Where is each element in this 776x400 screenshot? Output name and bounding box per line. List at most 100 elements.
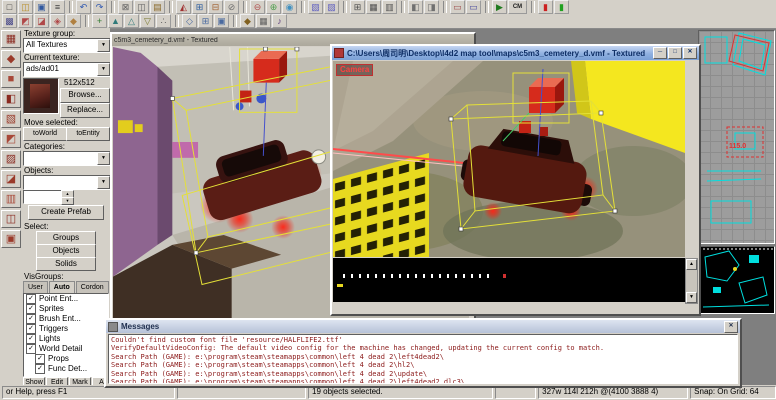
timeline-scrollbar[interactable]: ▲ ▼	[685, 258, 698, 304]
visgroup-checkbox[interactable]: ✓	[26, 304, 36, 314]
prefab-angle-input[interactable]	[23, 190, 63, 204]
apply-texture-tool-icon[interactable]: ▨	[1, 150, 21, 168]
select-groups-button[interactable]: Groups	[36, 231, 96, 245]
cordon-edit-icon[interactable]: ▭	[450, 0, 465, 14]
sound-browser-icon[interactable]: ♪	[272, 14, 287, 28]
visgroup-row[interactable]: ✓Triggers	[24, 324, 108, 334]
visgroup-checkbox[interactable]: ✓	[26, 294, 36, 304]
scroll-down-icon[interactable]: ▼	[686, 292, 697, 303]
floating-3d-viewport[interactable]: Camera	[333, 61, 685, 257]
select-touching-icon[interactable]: ▧	[308, 0, 323, 14]
redo-icon[interactable]: ↷	[92, 0, 107, 14]
visgroup-tab-cordon[interactable]: Cordon	[76, 281, 109, 293]
texture-application-tool-icon[interactable]: ◩	[1, 130, 21, 148]
close-button[interactable]: ✕	[724, 321, 738, 333]
selection-mode-icon[interactable]: ▩	[2, 14, 17, 28]
visgroup-row[interactable]: ✓Sprites	[24, 304, 108, 314]
visgroup-checkbox[interactable]: ✓	[26, 344, 36, 354]
visgroup-checkbox[interactable]: ✓	[26, 324, 36, 334]
visgroup-checkbox[interactable]: ✓	[35, 354, 45, 364]
to-entity-button[interactable]: toEntity	[66, 127, 110, 141]
categories-dropdown[interactable]: ▼	[23, 151, 111, 166]
load-window-state-icon[interactable]: ◧	[408, 0, 423, 14]
model-fade-icon[interactable]: △	[124, 14, 139, 28]
current-texture-dropdown[interactable]: ads/ad01 ▼	[23, 62, 111, 77]
visgroup-checkbox[interactable]: ✓	[26, 314, 36, 324]
vertex-tool-icon[interactable]: ▣	[1, 230, 21, 248]
paste-icon[interactable]: ▤	[150, 0, 165, 14]
maximize-view-icon[interactable]: ▣	[214, 14, 229, 28]
create-prefab-button[interactable]: Create Prefab	[28, 205, 104, 220]
clipping-tool-icon[interactable]: ◫	[1, 210, 21, 228]
spin-down-icon[interactable]: ▼	[61, 197, 74, 205]
chevron-down-icon[interactable]: ▼	[97, 152, 110, 165]
objects-dropdown[interactable]: ▼	[23, 175, 111, 190]
compile-indicator-green-icon[interactable]: ▮	[554, 0, 569, 14]
ignore-groups-icon[interactable]: ⊘	[224, 0, 239, 14]
texture-preview[interactable]	[23, 78, 59, 114]
hide-unselected-icon[interactable]: ⊕	[266, 0, 281, 14]
map-properties-icon[interactable]: ≡	[50, 0, 65, 14]
visgroup-list[interactable]: ✓Point Ent...✓Sprites✓Brush Ent...✓Trigg…	[23, 293, 109, 377]
magnify-tool-icon[interactable]: ◆	[1, 50, 21, 68]
visgroup-row[interactable]: ✓Func Det...	[24, 364, 108, 374]
save-window-state-icon[interactable]: ◨	[424, 0, 439, 14]
save-file-icon[interactable]: ▣	[34, 0, 49, 14]
select-solids-button[interactable]: Solids	[36, 257, 96, 271]
select-inside-icon[interactable]: ▨	[324, 0, 339, 14]
close-button[interactable]: ✕	[683, 47, 697, 59]
cordon-toggle-icon[interactable]: ▭	[466, 0, 481, 14]
chevron-down-icon[interactable]: ▼	[97, 63, 110, 76]
camera-speed-icon[interactable]: ◆	[240, 14, 255, 28]
hide-selected-icon[interactable]: ⊖	[250, 0, 265, 14]
right-bottom-2d-viewport[interactable]	[698, 246, 775, 314]
grid-3d-icon[interactable]: ▦	[256, 14, 271, 28]
copy-icon[interactable]: ◫	[134, 0, 149, 14]
logical-view-icon[interactable]: ◇	[182, 14, 197, 28]
carve-icon[interactable]: ◭	[176, 0, 191, 14]
smaller-grid-icon[interactable]: ▦	[366, 0, 381, 14]
maximize-button[interactable]: □	[668, 47, 682, 59]
to-world-button[interactable]: toWorld	[23, 127, 67, 141]
console-output[interactable]: Couldn't find custom font file 'resource…	[108, 334, 738, 384]
visgroup-row[interactable]: ✓Point Ent...	[24, 294, 108, 304]
visgroup-row[interactable]: ✓Brush Ent...	[24, 314, 108, 324]
compile-indicator-red-icon[interactable]: ▮	[538, 0, 553, 14]
undo-icon[interactable]: ↶	[76, 0, 91, 14]
larger-grid-icon[interactable]: ▥	[382, 0, 397, 14]
texture-application-icon[interactable]: ◩	[18, 14, 33, 28]
collision-wireframe-icon[interactable]: ▽	[140, 14, 155, 28]
chevron-down-icon[interactable]: ▼	[97, 39, 110, 52]
browse-button[interactable]: Browse...	[60, 88, 110, 103]
visgroup-tab-user[interactable]: User	[23, 281, 48, 293]
messages-titlebar[interactable]: Messages ✕	[106, 320, 740, 333]
texture-group-dropdown[interactable]: All Textures ▼	[23, 38, 111, 53]
select-objects-button[interactable]: Objects	[36, 244, 96, 258]
cm-button-icon[interactable]: CM	[508, 0, 527, 14]
selection-tool-icon[interactable]: ▦	[1, 30, 21, 48]
open-file-icon[interactable]: ◫	[18, 0, 33, 14]
replace-button[interactable]: Replace...	[60, 103, 110, 118]
run-map-icon[interactable]: ▶	[492, 0, 507, 14]
entity-tool-icon[interactable]: ◧	[1, 90, 21, 108]
toggle-grid-icon[interactable]: ⊞	[350, 0, 365, 14]
visgroup-checkbox[interactable]: ✓	[35, 364, 45, 374]
apply-current-texture-icon[interactable]: ◪	[34, 14, 49, 28]
visgroup-row[interactable]: ✓World Detail	[24, 344, 108, 354]
timeline-bar[interactable]	[333, 258, 685, 302]
scroll-up-icon[interactable]: ▲	[686, 259, 697, 270]
visgroup-row[interactable]: ✓Props	[24, 354, 108, 364]
autosize-views-icon[interactable]: ⊞	[198, 14, 213, 28]
visgroup-tab-auto[interactable]: Auto	[49, 281, 75, 293]
visgroup-row[interactable]: ✓Lights	[24, 334, 108, 344]
right-top-2d-viewport[interactable]: 115.0	[698, 30, 775, 244]
overlay-tool-icon[interactable]: ▥	[1, 190, 21, 208]
minimize-button[interactable]: ─	[653, 47, 667, 59]
show-all-icon[interactable]: ◉	[282, 0, 297, 14]
toggle-models-icon[interactable]: ▲	[108, 14, 123, 28]
ungroup-icon[interactable]: ⊟	[208, 0, 223, 14]
toggle-helpers-icon[interactable]: +	[92, 14, 107, 28]
block-tool-icon[interactable]: ▧	[1, 110, 21, 128]
cut-icon[interactable]: ⊠	[118, 0, 133, 14]
visgroup-checkbox[interactable]: ✓	[26, 334, 36, 344]
